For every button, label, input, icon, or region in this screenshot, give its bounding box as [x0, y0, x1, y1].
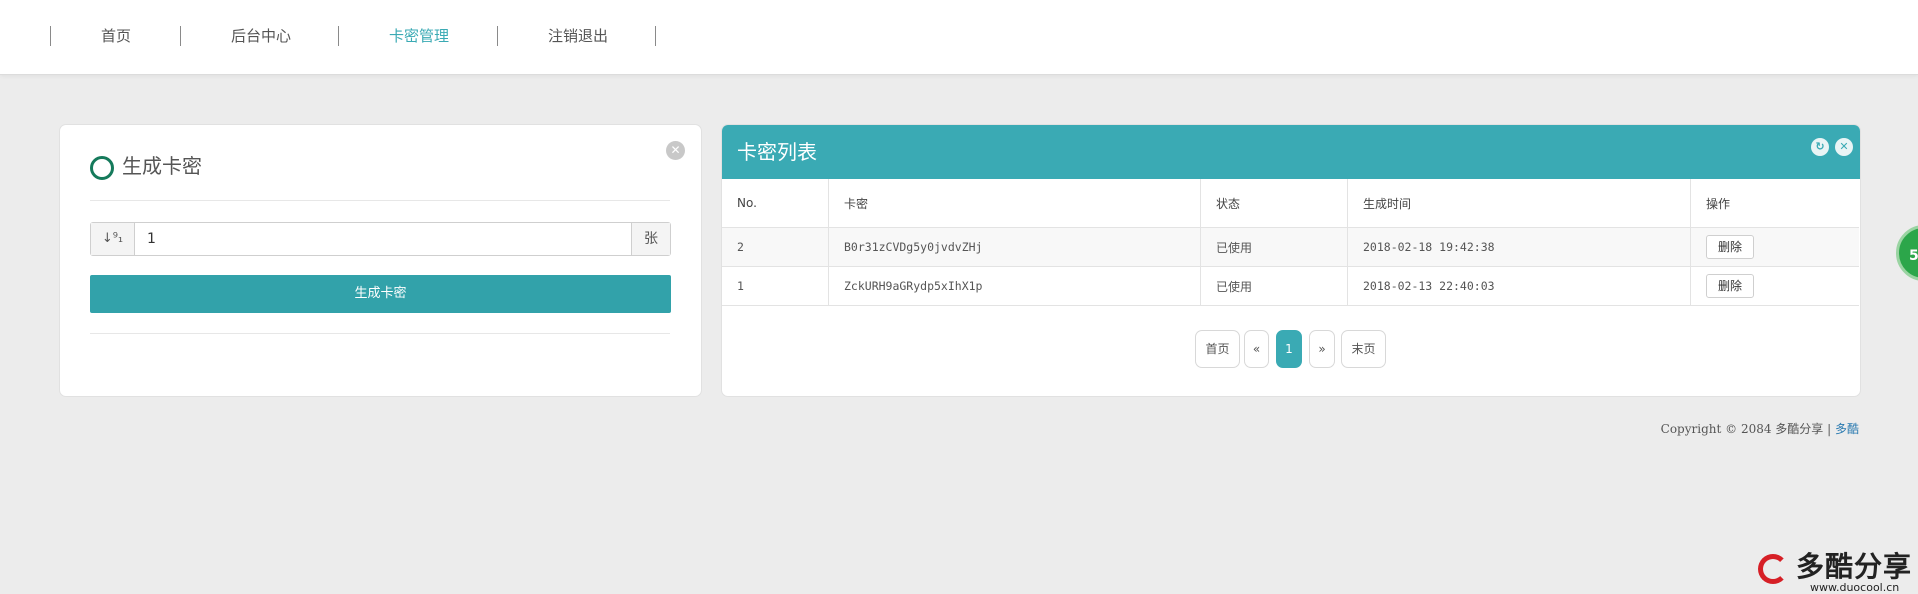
cell-action: 删除: [1690, 227, 1859, 267]
close-icon[interactable]: ✕: [1835, 138, 1853, 156]
generate-button[interactable]: 生成卡密: [90, 275, 671, 313]
column-header-no: No.: [722, 179, 829, 228]
top-navbar: 首页 后台中心 卡密管理 注销退出: [0, 0, 1918, 75]
pagination-first[interactable]: 首页: [1195, 330, 1240, 368]
card-list-header: 卡密列表 ↻ ✕: [722, 125, 1860, 179]
table-header-row: No. 卡密 状态 生成时间 操作: [722, 179, 1859, 228]
table-row: 1 ZckURH9aGRydp5xIhX1p 已使用 2018-02-13 22…: [722, 266, 1859, 306]
delete-button[interactable]: 删除: [1706, 235, 1755, 259]
nav-item-admin-center[interactable]: 后台中心: [231, 26, 291, 46]
column-header-time: 生成时间: [1347, 179, 1691, 228]
nav-separator: [655, 26, 656, 46]
nav-item-home[interactable]: 首页: [101, 26, 131, 46]
footer-link[interactable]: 多酷: [1835, 422, 1859, 436]
column-header-status: 状态: [1200, 179, 1348, 228]
cell-status: 已使用: [1200, 266, 1348, 306]
delete-button[interactable]: 删除: [1706, 274, 1755, 298]
watermark-url: www.duocool.cn: [1810, 581, 1900, 594]
generate-card-panel: ✕ 生成卡密 ↓⁹₁ 张 生成卡密: [59, 124, 702, 397]
pagination: 首页 « 1 » 末页: [722, 330, 1860, 368]
cell-no: 1: [722, 266, 829, 306]
footer-copyright: Copyright © 2084 多酷分享 |: [1660, 422, 1832, 436]
cell-time: 2018-02-13 22:40:03: [1347, 266, 1691, 306]
cell-no: 2: [722, 227, 829, 267]
nav-item-logout[interactable]: 注销退出: [548, 26, 608, 46]
cell-card: B0r31zCVDg5y0jvdvZHj: [828, 227, 1201, 267]
card-list-title: 卡密列表: [737, 140, 817, 164]
footer: Copyright © 2084 多酷分享 | 多酷: [1661, 420, 1859, 437]
nav-separator: [180, 26, 181, 46]
nav-separator: [50, 26, 51, 46]
watermark-icon: [1758, 554, 1788, 584]
divider: [90, 200, 670, 201]
pagination-prev[interactable]: «: [1244, 330, 1269, 368]
floating-badge[interactable]: 58: [1896, 225, 1918, 281]
cell-status: 已使用: [1200, 227, 1348, 267]
circle-icon: [90, 156, 114, 180]
column-header-card: 卡密: [828, 179, 1201, 228]
nav-separator: [497, 26, 498, 46]
nav-separator: [338, 26, 339, 46]
count-input[interactable]: [135, 223, 630, 255]
cell-time: 2018-02-18 19:42:38: [1347, 227, 1691, 267]
card-table: No. 卡密 状态 生成时间 操作 2 B0r31zCVDg5y0jvdvZHj…: [722, 179, 1859, 306]
nav-item-card-management[interactable]: 卡密管理: [389, 26, 449, 46]
table-row: 2 B0r31zCVDg5y0jvdvZHj 已使用 2018-02-18 19…: [722, 227, 1859, 267]
count-input-group: ↓⁹₁ 张: [90, 222, 671, 256]
divider: [90, 333, 670, 334]
refresh-icon[interactable]: ↻: [1811, 138, 1829, 156]
pagination-current[interactable]: 1: [1276, 330, 1302, 368]
sort-numeric-icon: ↓⁹₁: [91, 223, 135, 255]
pagination-last[interactable]: 末页: [1341, 330, 1386, 368]
card-list-panel: 卡密列表 ↻ ✕ No. 卡密 状态 生成时间 操作 2 B0r31zCVDg5…: [721, 124, 1861, 397]
generate-panel-title: 生成卡密: [122, 154, 202, 178]
pagination-next[interactable]: »: [1309, 330, 1335, 368]
cell-action: 删除: [1690, 266, 1859, 306]
count-unit-label: 张: [631, 223, 670, 255]
watermark-logo: 多酷分享 www.duocool.cn: [1758, 550, 1918, 594]
column-header-action: 操作: [1690, 179, 1859, 228]
close-icon[interactable]: ✕: [666, 141, 685, 160]
watermark-name: 多酷分享: [1796, 550, 1913, 583]
cell-card: ZckURH9aGRydp5xIhX1p: [828, 266, 1201, 306]
